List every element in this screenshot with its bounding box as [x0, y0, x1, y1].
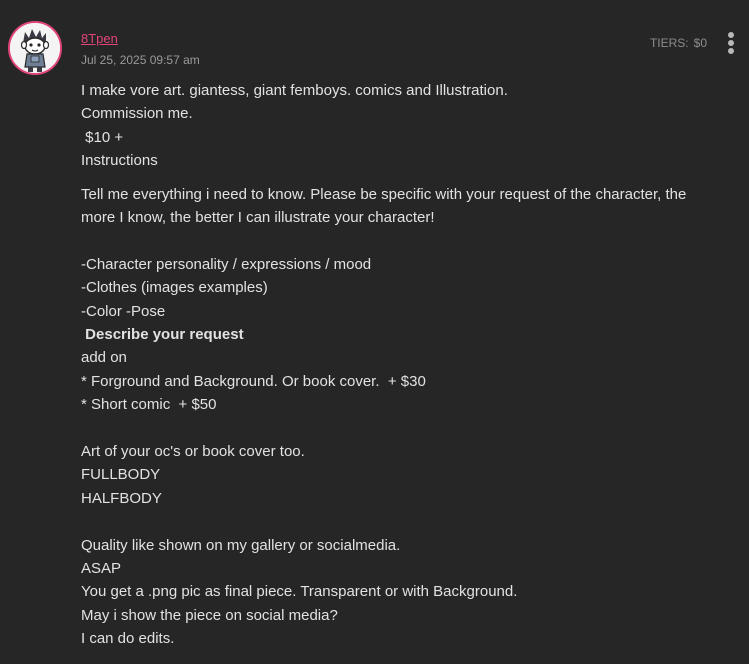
post-body: I make vore art. giantess, giant femboys… [81, 79, 721, 651]
body-line: * Short comic + $50 [81, 396, 217, 414]
body-line: -Color -Pose [81, 302, 166, 320]
post-date: Jul 25, 2025 09:57 am [81, 53, 200, 67]
cartoon-character-avatar-icon [10, 23, 60, 73]
body-line: Quality like shown on my gallery or soci… [81, 536, 401, 554]
body-line: I can do edits. [81, 630, 175, 648]
body-line: Instructions [81, 152, 158, 170]
body-line: I make vore art. giantess, giant femboys… [81, 82, 508, 99]
body-line: -Character personality / expressions / m… [81, 255, 372, 273]
body-line: May i show the piece on social media? [81, 606, 338, 624]
author-name-link[interactable]: 8Tpen [81, 31, 118, 46]
body-line: Art of your oc's or book cover too. [81, 443, 305, 461]
body-line: $10 + [81, 128, 124, 146]
body-paragraph: Tell me everything i need to know. Pleas… [81, 185, 691, 227]
author-avatar[interactable] [8, 21, 62, 75]
body-line: You get a .png pic as final piece. Trans… [81, 583, 518, 601]
body-line: -Clothes (images examples) [81, 279, 268, 297]
body-line: ASAP [81, 560, 122, 578]
body-line: * Forground and Background. Or book cove… [81, 372, 426, 390]
post-card: 8Tpen Jul 25, 2025 09:57 am TIERS: $0 I m… [0, 0, 749, 664]
tiers-value: $0 [693, 36, 707, 50]
body-line: FULLBODY [81, 466, 161, 484]
body-line: add on [81, 349, 127, 367]
tiers-indicator: TIERS: $0 [650, 36, 707, 50]
body-line: HALFBODY [81, 489, 162, 507]
tiers-label: TIERS: [649, 36, 689, 50]
body-line: Commission me. [81, 105, 193, 123]
kebab-menu-icon[interactable] [724, 32, 738, 54]
body-line-bold: Describe your request [81, 326, 244, 344]
